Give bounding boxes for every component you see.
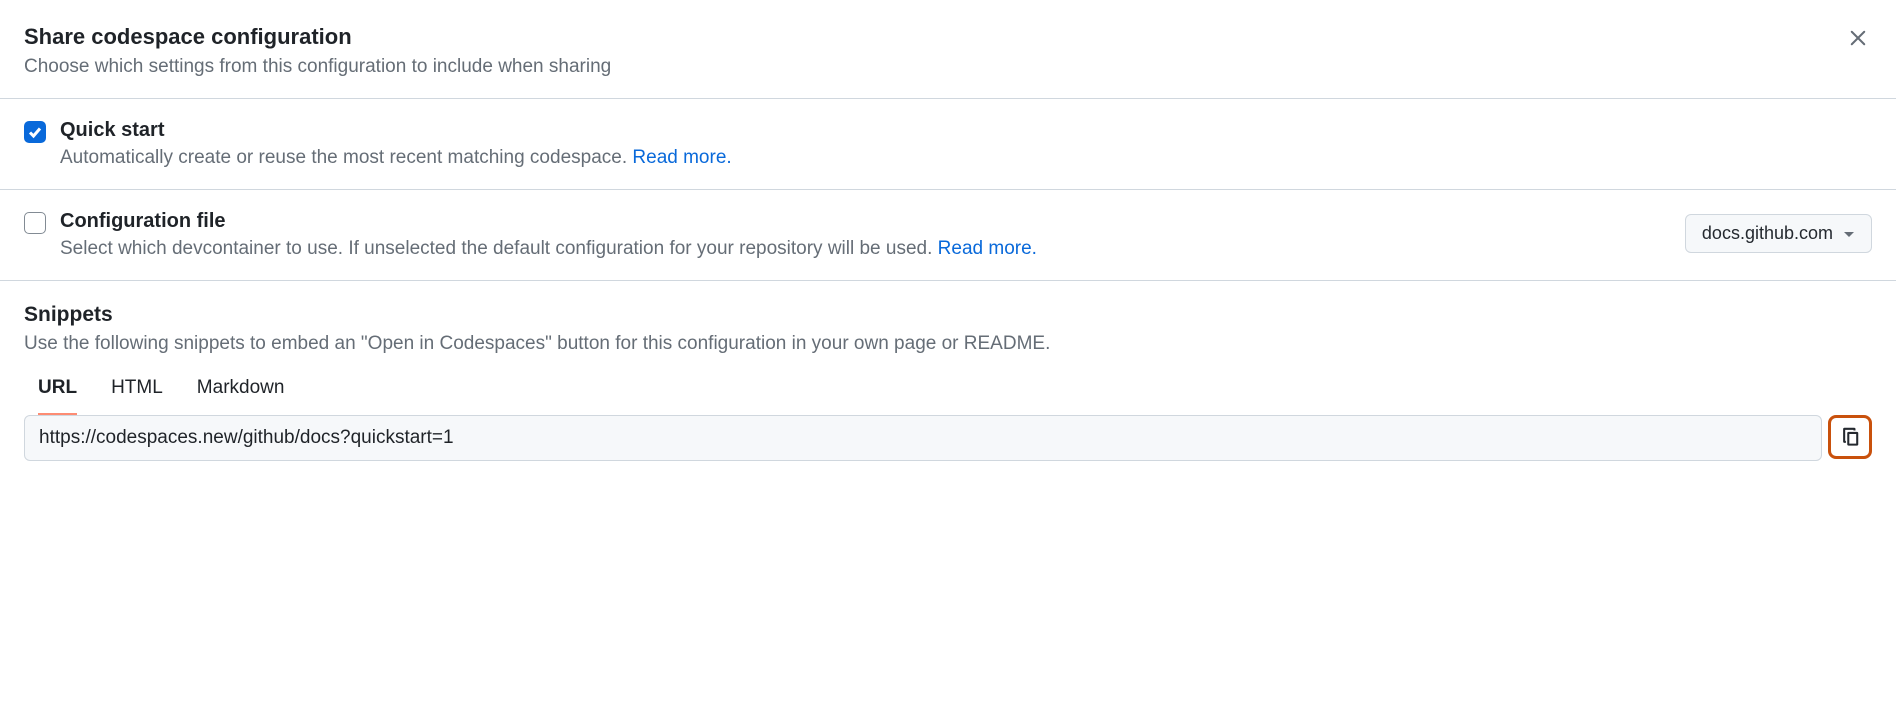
quick-start-title: Quick start (60, 119, 732, 142)
copy-icon (1839, 425, 1861, 450)
dialog-subtitle: Choose which settings from this configur… (24, 56, 611, 78)
option-left: Configuration file Select which devconta… (24, 210, 1669, 260)
option-body: Configuration file Select which devconta… (60, 210, 1037, 260)
copy-button[interactable] (1828, 415, 1872, 459)
tab-url[interactable]: URL (38, 377, 77, 416)
dialog-header: Share codespace configuration Choose whi… (0, 0, 1896, 99)
configuration-file-desc-text: Select which devcontainer to use. If uns… (60, 238, 938, 259)
configuration-file-title: Configuration file (60, 210, 1037, 233)
devcontainer-dropdown[interactable]: docs.github.com (1685, 214, 1872, 253)
quick-start-desc-text: Automatically create or reuse the most r… (60, 147, 632, 168)
dialog-title: Share codespace configuration (24, 24, 611, 50)
devcontainer-dropdown-value: docs.github.com (1702, 223, 1833, 244)
snippet-url-input[interactable] (24, 415, 1822, 461)
snippet-tabs: URL HTML Markdown (24, 377, 1872, 416)
snippets-section: Snippets Use the following snippets to e… (0, 281, 1896, 485)
configuration-file-read-more-link[interactable]: Read more. (938, 238, 1037, 259)
option-left: Quick start Automatically create or reus… (24, 119, 1872, 169)
close-icon (1848, 28, 1868, 51)
option-body: Quick start Automatically create or reus… (60, 119, 732, 169)
snippets-desc: Use the following snippets to embed an "… (24, 333, 1872, 355)
quick-start-desc: Automatically create or reuse the most r… (60, 147, 732, 169)
configuration-file-desc: Select which devcontainer to use. If uns… (60, 238, 1037, 260)
tab-html[interactable]: HTML (111, 377, 163, 416)
header-text: Share codespace configuration Choose whi… (24, 24, 611, 78)
close-button[interactable] (1844, 24, 1872, 55)
snippet-box (24, 415, 1872, 461)
configuration-file-checkbox[interactable] (24, 212, 46, 234)
share-codespace-dialog: Share codespace configuration Choose whi… (0, 0, 1896, 485)
quick-start-checkbox[interactable] (24, 121, 46, 143)
option-quick-start: Quick start Automatically create or reus… (0, 99, 1896, 190)
caret-down-icon (1843, 223, 1855, 244)
quick-start-read-more-link[interactable]: Read more. (632, 147, 731, 168)
tab-markdown[interactable]: Markdown (197, 377, 285, 416)
option-configuration-file: Configuration file Select which devconta… (0, 190, 1896, 281)
snippets-title: Snippets (24, 303, 1872, 327)
